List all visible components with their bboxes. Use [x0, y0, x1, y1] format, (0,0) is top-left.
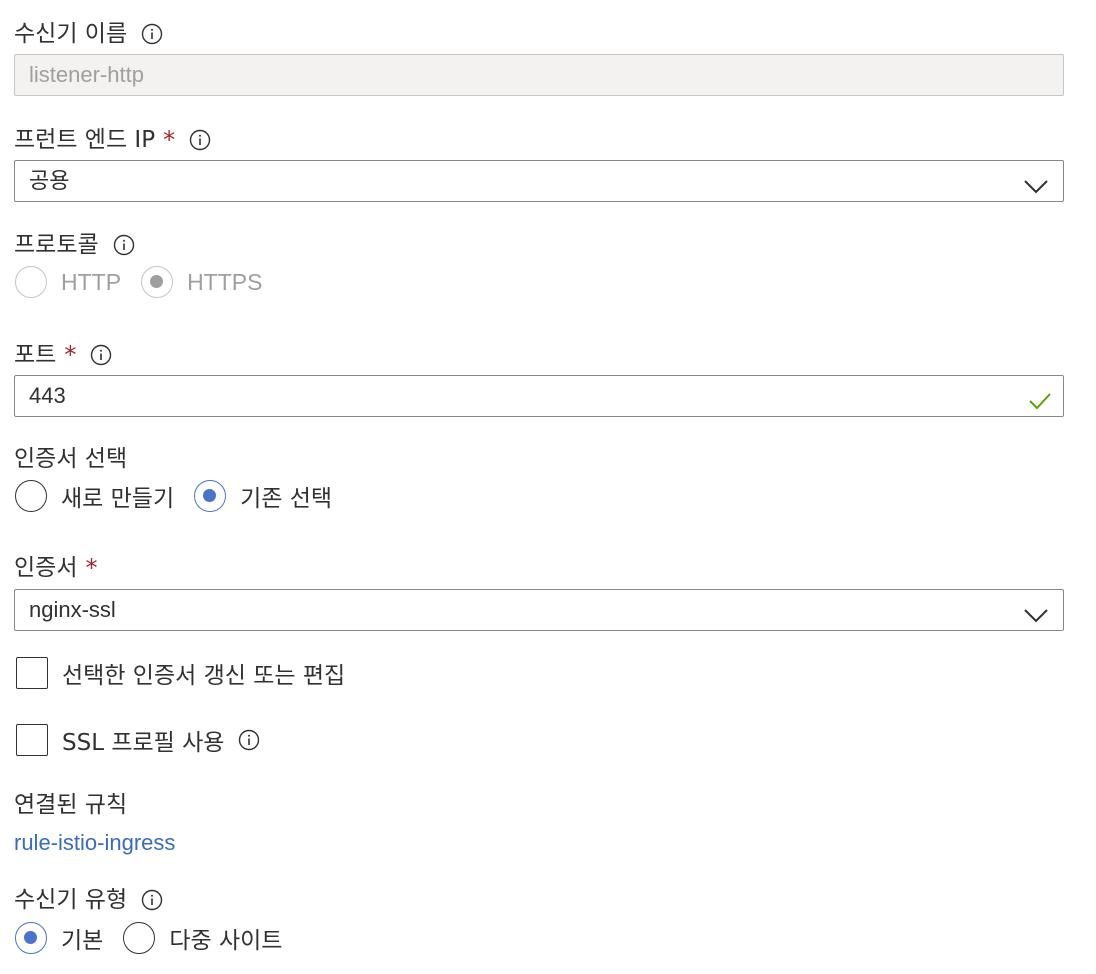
info-icon[interactable]	[238, 729, 260, 751]
associated-rules-label: 연결된 규칙	[14, 790, 127, 820]
protocol-radio-https[interactable]	[141, 266, 174, 298]
port-value: 443	[29, 383, 66, 408]
frontend-ip-dropdown[interactable]: 공용	[14, 160, 1064, 202]
listener-type-label: 수신기 유형	[14, 885, 163, 915]
renew-cert-checkbox[interactable]	[16, 657, 48, 689]
associated-rules-label-text: 연결된 규칙	[14, 792, 128, 818]
required-asterisk: *	[64, 341, 77, 369]
port-label-text: 포트	[14, 342, 57, 368]
info-icon[interactable]	[113, 234, 135, 256]
certificate-label: 인증서 *	[14, 553, 97, 583]
listener-name-value: listener-http	[29, 62, 144, 87]
protocol-option-http: HTTP	[61, 268, 122, 295]
associated-rule-link[interactable]: rule-istio-ingress	[14, 830, 175, 856]
info-icon[interactable]	[189, 129, 211, 151]
required-asterisk: *	[163, 126, 176, 154]
checkmark-icon	[1027, 385, 1053, 410]
protocol-label: 프로토콜	[14, 230, 135, 260]
listener-type-radio-multisite[interactable]	[123, 922, 156, 954]
port-input[interactable]: 443	[14, 375, 1064, 417]
listener-name-label: 수신기 이름	[14, 19, 163, 49]
listener-name-label-text: 수신기 이름	[14, 21, 128, 47]
renew-cert-option: 선택한 인증서 갱신 또는 편집	[16, 656, 345, 690]
frontend-ip-label-text: 프런트 엔드 IP	[14, 127, 156, 153]
certificate-label-text: 인증서	[14, 555, 78, 581]
certificate-dropdown[interactable]: nginx-ssl	[14, 589, 1064, 631]
listener-type-option-multisite: 다중 사이트	[169, 928, 283, 954]
info-icon[interactable]	[141, 889, 163, 911]
port-label: 포트 *	[14, 340, 112, 370]
cert-option-choose-existing: 기존 선택	[240, 486, 333, 512]
ssl-profile-option: SSL 프로필 사용	[16, 723, 260, 757]
chevron-down-icon	[1023, 599, 1049, 623]
cert-choice-label-text: 인증서 선택	[14, 446, 128, 472]
ssl-profile-checkbox[interactable]	[16, 724, 48, 756]
protocol-option-https: HTTPS	[187, 268, 263, 295]
protocol-radio-http[interactable]	[15, 266, 47, 298]
cert-option-create-new: 새로 만들기	[61, 486, 175, 512]
listener-type-radio-basic[interactable]	[15, 922, 47, 954]
protocol-label-text: 프로토콜	[14, 232, 99, 258]
listener-type-label-text: 수신기 유형	[14, 887, 128, 913]
info-icon[interactable]	[90, 344, 112, 366]
protocol-radio-group: HTTP HTTPS	[15, 266, 282, 298]
cert-choice-radio-group: 새로 만들기 기존 선택	[15, 479, 352, 513]
required-asterisk: *	[85, 554, 98, 582]
cert-choice-label: 인증서 선택	[14, 444, 127, 474]
renew-cert-label: 선택한 인증서 갱신 또는 편집	[62, 663, 346, 689]
info-icon[interactable]	[141, 23, 163, 45]
chevron-down-icon	[1023, 170, 1049, 194]
certificate-selected: nginx-ssl	[29, 597, 116, 622]
listener-type-radio-group: 기본 다중 사이트	[15, 921, 302, 955]
frontend-ip-selected: 공용	[29, 169, 70, 194]
frontend-ip-label: 프런트 엔드 IP *	[14, 125, 211, 155]
ssl-profile-label: SSL 프로필 사용	[62, 730, 225, 756]
cert-radio-choose-existing[interactable]	[194, 480, 227, 512]
listener-type-option-basic: 기본	[61, 928, 104, 954]
listener-name-input[interactable]: listener-http	[14, 54, 1064, 96]
cert-radio-create-new[interactable]	[15, 480, 47, 512]
